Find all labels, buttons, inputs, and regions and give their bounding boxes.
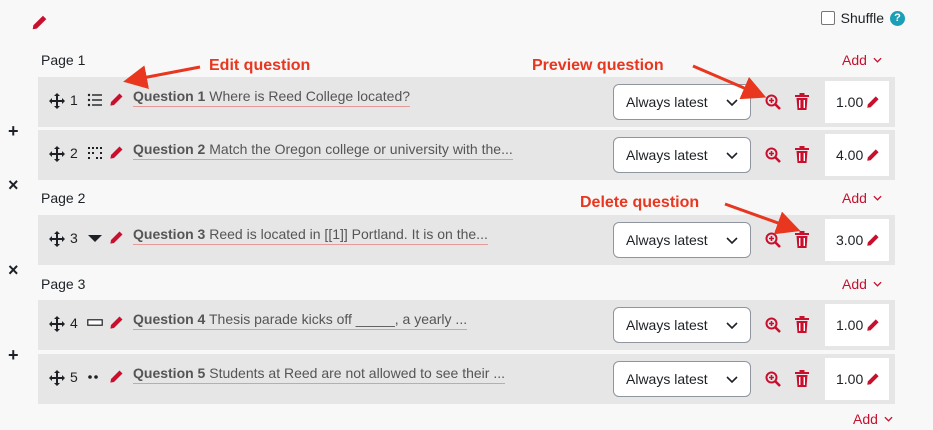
arrow-to-edit — [123, 65, 201, 89]
arrow-to-preview — [692, 64, 767, 100]
arrow-to-delete — [724, 202, 801, 235]
quiz-edit-panel: Shuffle ? Page 1 Add 1 Question 1 Where … — [0, 0, 933, 430]
annotation-arrows — [123, 64, 801, 235]
